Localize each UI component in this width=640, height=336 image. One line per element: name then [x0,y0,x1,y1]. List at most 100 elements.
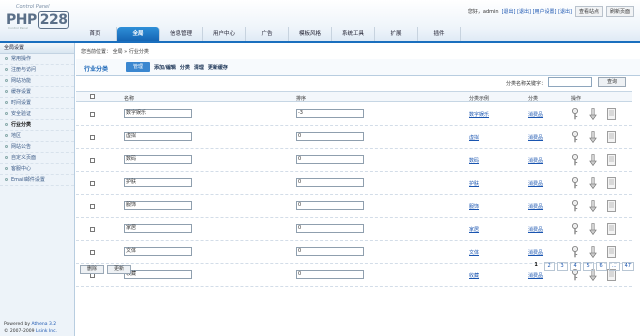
name-input[interactable]: 收藏 [124,270,192,279]
nav-tab-extend[interactable]: 扩展 [375,27,418,41]
sort-input[interactable]: 0 [296,201,364,210]
tab-add-edit[interactable]: 添加/编辑 [154,64,176,71]
nav-tab-plugins[interactable]: 插件 [418,27,461,41]
sidebar-item-industry[interactable]: 行业分类 [0,120,74,131]
page-last[interactable]: 47 [621,262,634,271]
move-down-icon[interactable] [589,223,597,236]
document-icon[interactable] [607,177,616,189]
row-checkbox[interactable] [90,158,95,163]
document-icon[interactable] [607,223,616,235]
row-checkbox[interactable] [90,112,95,117]
nav-tab-info[interactable]: 信息管理 [160,27,203,41]
example-link[interactable]: 护肤 [469,180,479,187]
category-link[interactable]: 消费品 [528,134,543,141]
example-link[interactable]: 虚拟 [469,134,479,141]
nav-tab-tools[interactable]: 系统工具 [332,27,375,41]
move-down-icon[interactable] [589,108,597,121]
name-input[interactable]: 虚拟 [124,132,192,141]
key-icon[interactable] [571,154,579,166]
move-down-icon[interactable] [589,154,597,167]
category-link[interactable]: 消费品 [528,272,543,279]
nav-tab-home[interactable]: 首页 [74,27,117,41]
row-checkbox[interactable] [90,227,95,232]
row-checkbox[interactable] [90,181,95,186]
sidebar-item-features[interactable]: 网站功能 [0,76,74,87]
name-input[interactable]: 文体 [124,247,192,256]
page-3[interactable]: 3 [556,262,568,271]
sidebar-item-security[interactable]: 安全验证 [0,109,74,120]
nav-tab-global[interactable]: 全局 [117,27,160,41]
category-link[interactable]: 消费品 [528,157,543,164]
select-all-checkbox[interactable] [90,94,95,99]
name-input[interactable]: 数码 [124,155,192,164]
row-checkbox[interactable] [90,204,95,209]
sort-input[interactable]: 0 [296,224,364,233]
nav-tab-users[interactable]: 用户中心 [203,27,246,41]
sidebar-item-cache[interactable]: 缓存设置 [0,87,74,98]
search-button[interactable]: 查询 [598,77,626,87]
page-4[interactable]: 4 [569,262,581,271]
sidebar-item-time[interactable]: 时间设置 [0,98,74,109]
sidebar-item-announcement[interactable]: 网站公告 [0,142,74,153]
row-checkbox[interactable] [90,135,95,140]
sidebar-item-custom-page[interactable]: 自定义页面 [0,153,74,164]
document-icon[interactable] [607,108,616,120]
document-icon[interactable] [607,131,616,143]
refresh-button[interactable]: 刷新页面 [605,5,634,17]
example-link[interactable]: 数字娱乐 [469,111,489,118]
sort-input[interactable]: 0 [296,155,364,164]
move-down-icon[interactable] [589,200,597,213]
sidebar-item-email[interactable]: Email邮件设置 [0,175,74,186]
example-link[interactable]: 文体 [469,249,479,256]
tab-category[interactable]: 分类 [180,64,190,71]
move-down-icon[interactable] [589,246,597,259]
search-input[interactable] [548,77,592,87]
sidebar-item-common[interactable]: 常用操作 [0,54,74,65]
tab-update-cache[interactable]: 更新缓存 [208,64,228,71]
sidebar-heading[interactable]: 全局设置 [0,43,74,54]
document-icon[interactable] [607,200,616,212]
sort-input[interactable]: -3 [296,109,364,118]
key-icon[interactable] [571,246,579,258]
category-link[interactable]: 消费品 [528,180,543,187]
move-down-icon[interactable] [589,177,597,190]
footer-product-link[interactable]: Athena 3.2 [32,322,57,327]
example-link[interactable]: 服饰 [469,203,479,210]
key-icon[interactable] [571,108,579,120]
sort-input[interactable]: 0 [296,270,364,279]
nav-tab-ads[interactable]: 广告 [246,27,289,41]
key-icon[interactable] [571,200,579,212]
key-icon[interactable] [571,177,579,189]
sort-input[interactable]: 0 [296,178,364,187]
sidebar-item-support[interactable]: 客服中心 [0,164,74,175]
key-icon[interactable] [571,223,579,235]
name-input[interactable]: 服饰 [124,201,192,210]
view-site-button[interactable]: 查看站点 [574,5,603,17]
user-links[interactable]: [退出] [退出] [用户设置] [退出] [502,8,572,15]
name-input[interactable]: 家居 [124,224,192,233]
delete-button[interactable]: 删除 [80,265,104,274]
row-checkbox[interactable] [90,250,95,255]
category-link[interactable]: 消费品 [528,111,543,118]
key-icon[interactable] [571,131,579,143]
page-ellipsis[interactable]: ... [608,262,620,271]
page-5[interactable]: 5 [582,262,594,271]
name-input[interactable]: 数字娱乐 [124,109,192,118]
document-icon[interactable] [607,246,616,258]
update-button[interactable]: 更新 [107,265,131,274]
document-icon[interactable] [607,154,616,166]
example-link[interactable]: 家居 [469,226,479,233]
sidebar-item-register[interactable]: 注册与访问 [0,65,74,76]
sort-input[interactable]: 0 [296,132,364,141]
footer-company-link[interactable]: Lsink Inc. [36,329,57,334]
nav-tab-templates[interactable]: 模板风格 [289,27,332,41]
move-down-icon[interactable] [589,131,597,144]
category-link[interactable]: 消费品 [528,226,543,233]
category-link[interactable]: 消费品 [528,203,543,210]
example-link[interactable]: 数码 [469,157,479,164]
sidebar-item-region[interactable]: 地区 [0,131,74,142]
page-2[interactable]: 2 [543,262,555,271]
tab-manage[interactable]: 管理 [126,62,150,72]
category-link[interactable]: 消费品 [528,249,543,256]
example-link[interactable]: 收藏 [469,272,479,279]
